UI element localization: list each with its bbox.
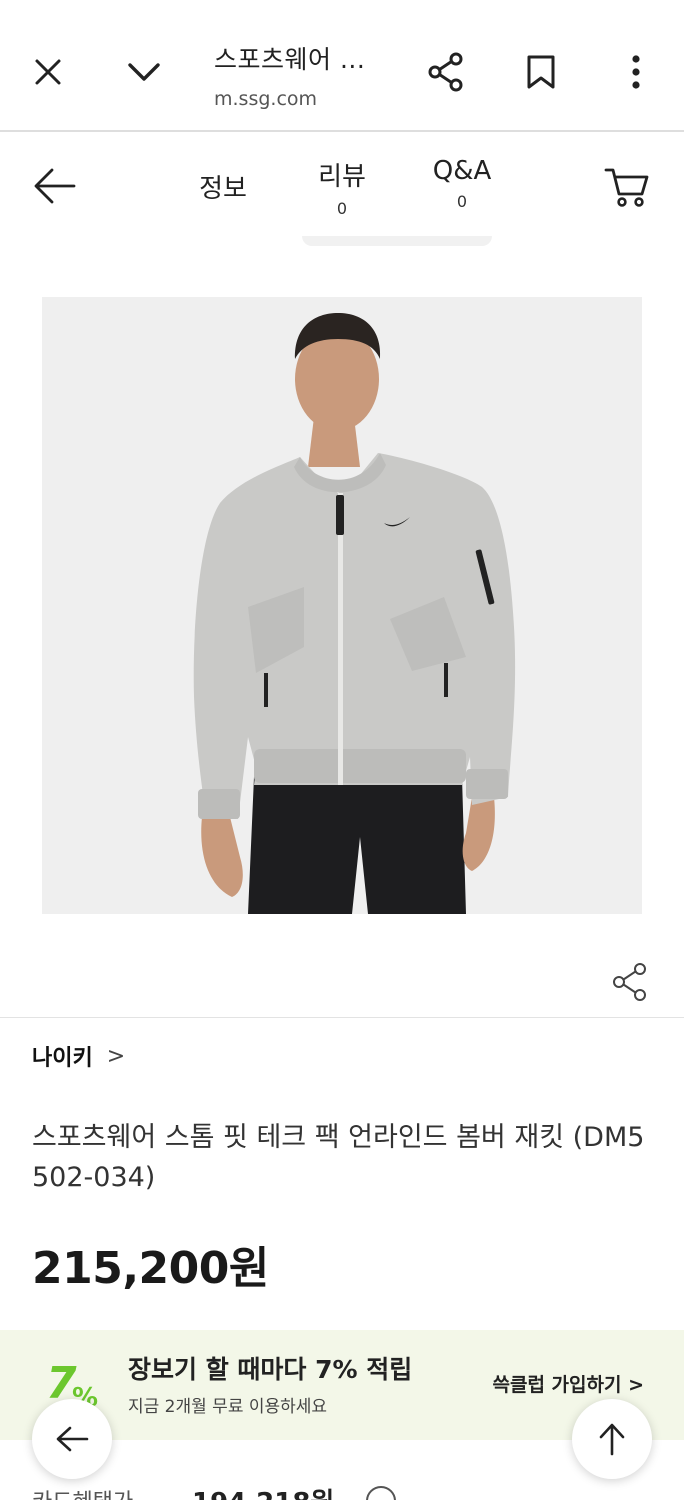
tab-qa-count: 0	[456, 192, 468, 211]
product-title: 스포츠웨어 스톰 핏 테크 팩 언라인드 봄버 재킷 (DM5502-034)	[32, 1122, 645, 1193]
tab-review-label: 리뷰	[318, 162, 366, 192]
chevron-down-icon[interactable]	[122, 50, 166, 94]
browser-url[interactable]: m.ssg.com	[214, 88, 317, 110]
card-benefit-price: 194,218원~	[192, 1482, 356, 1500]
product-header: 정보 리뷰 0 Q&A 0	[0, 132, 684, 242]
product-image[interactable]	[42, 297, 642, 914]
browser-page-title[interactable]: 스포츠웨어 ...	[214, 40, 365, 76]
arrow-up-icon	[599, 1423, 625, 1456]
tab-info-label: 정보	[199, 174, 247, 204]
arrow-left-icon	[56, 1426, 89, 1452]
tab-qa-label: Q&A	[432, 156, 492, 186]
ssg-club-join-link[interactable]: 쓱클럽 가입하기 >	[492, 1370, 644, 1397]
bookmark-icon[interactable]	[519, 50, 563, 94]
promo-title: 장보기 할 때마다 7% 적립	[128, 1355, 413, 1384]
more-vert-icon[interactable]	[614, 50, 658, 94]
tab-review-count: 0	[336, 199, 348, 218]
product-price: 215,200원	[32, 1243, 269, 1294]
product-share-icon[interactable]	[612, 962, 652, 1004]
share-icon[interactable]	[424, 50, 468, 94]
info-circle-icon[interactable]	[366, 1486, 396, 1500]
card-benefit-row: 카드혜택가 194,218원~	[32, 1482, 672, 1500]
status-bar	[0, 0, 684, 12]
section-divider	[0, 1017, 684, 1018]
arrow-left-icon[interactable]	[32, 166, 80, 206]
promo-subtitle: 지금 2개월 무료 이용하세요	[128, 1397, 328, 1417]
cart-icon[interactable]	[604, 166, 652, 210]
brand-link[interactable]: 나이키 >	[32, 1040, 125, 1072]
scroll-top-button[interactable]	[572, 1399, 652, 1479]
chevron-right-icon: >	[106, 1043, 126, 1069]
floating-back-button[interactable]	[32, 1399, 112, 1479]
tab-qa[interactable]: Q&A 0	[420, 156, 504, 211]
tab-info[interactable]: 정보	[190, 168, 256, 205]
card-benefit-label: 카드혜택가	[32, 1484, 133, 1500]
browser-toolbar: 스포츠웨어 ... m.ssg.com	[0, 12, 684, 130]
close-icon[interactable]	[26, 50, 70, 94]
tab-review[interactable]: 리뷰 0	[306, 156, 378, 218]
brand-name: 나이키	[32, 1046, 93, 1071]
header-handle	[302, 236, 492, 246]
